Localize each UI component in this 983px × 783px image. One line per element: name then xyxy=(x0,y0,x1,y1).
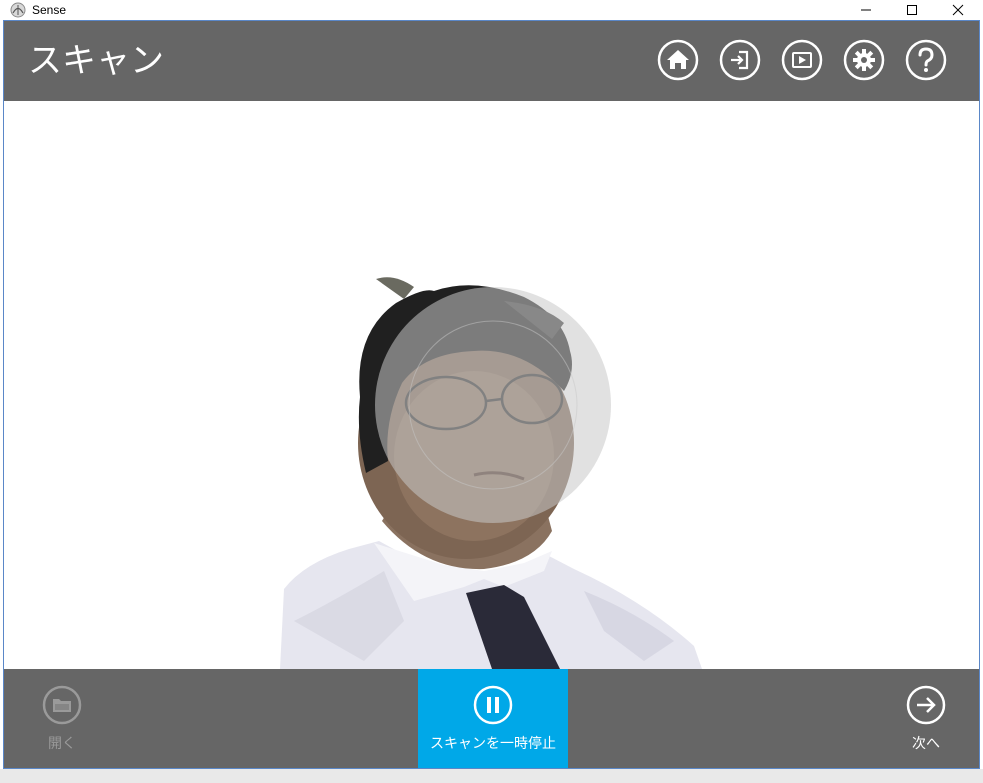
scan-progress-ring xyxy=(375,287,611,523)
page-title: スキャン xyxy=(28,41,164,81)
window-title: Sense xyxy=(32,3,67,17)
open-button[interactable]: 開く xyxy=(32,669,92,768)
open-label: 開く xyxy=(48,736,76,752)
app-icon xyxy=(10,2,26,18)
arrow-right-icon xyxy=(906,685,946,725)
home-button[interactable] xyxy=(657,39,699,81)
gear-icon xyxy=(843,39,885,81)
app-header: スキャン xyxy=(4,21,979,101)
pause-scan-button[interactable]: スキャンを一時停止 xyxy=(418,669,568,768)
play-icon xyxy=(781,39,823,81)
help-icon xyxy=(905,39,947,81)
pause-icon xyxy=(473,685,513,725)
close-button[interactable] xyxy=(935,0,981,20)
settings-button[interactable] xyxy=(843,39,885,81)
sign-in-icon xyxy=(719,39,761,81)
desktop-background xyxy=(0,769,983,783)
maximize-icon xyxy=(907,5,917,15)
scan-viewport[interactable] xyxy=(4,101,979,669)
minimize-icon xyxy=(861,9,871,11)
scan-point-cloud xyxy=(280,277,702,669)
close-icon xyxy=(952,4,964,16)
home-icon xyxy=(657,39,699,81)
next-button[interactable]: 次へ xyxy=(896,669,956,768)
help-button[interactable] xyxy=(905,39,947,81)
folder-icon xyxy=(42,685,82,725)
app-window: スキャン 開く スキャンを一時停止 次へ xyxy=(3,20,980,769)
maximize-button[interactable] xyxy=(889,0,935,20)
minimize-button[interactable] xyxy=(843,0,889,20)
next-label: 次へ xyxy=(912,736,940,752)
window-titlebar[interactable]: Sense xyxy=(0,0,983,20)
import-button[interactable] xyxy=(719,39,761,81)
play-button[interactable] xyxy=(781,39,823,81)
bottom-app-bar: 開く スキャンを一時停止 次へ xyxy=(4,669,979,768)
pause-scan-label: スキャンを一時停止 xyxy=(430,736,556,752)
